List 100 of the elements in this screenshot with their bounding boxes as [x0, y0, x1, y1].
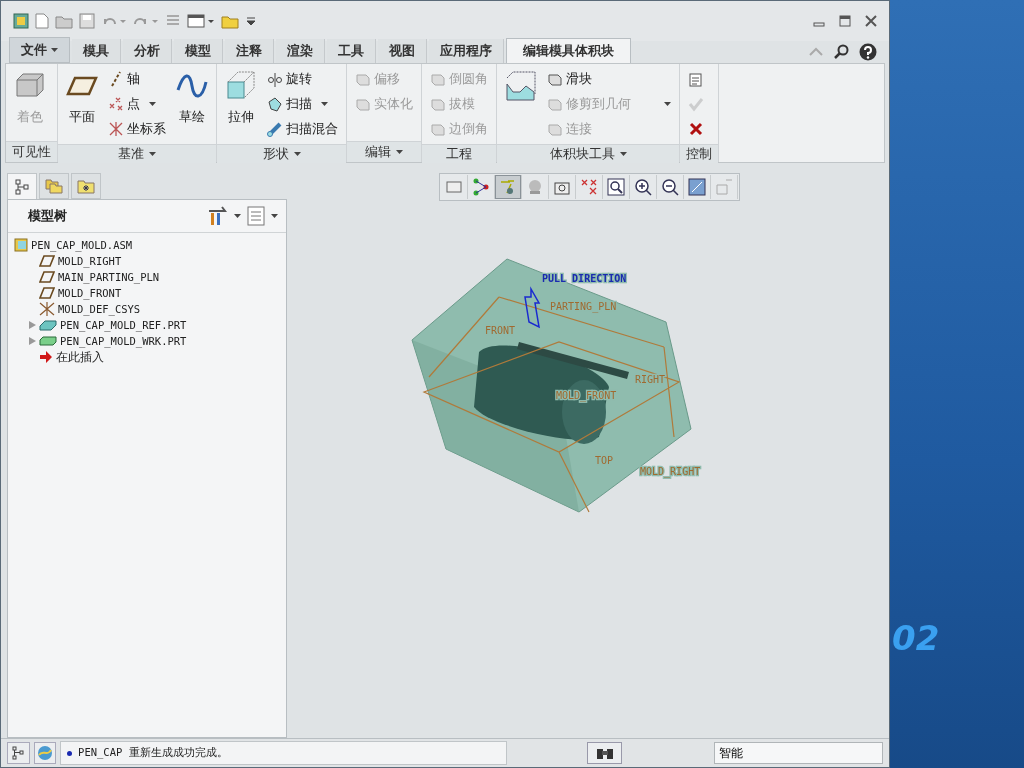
ribbon-tab[interactable]: 渲染 — [276, 39, 325, 63]
collapse-icon[interactable] — [809, 47, 823, 57]
save-icon[interactable] — [79, 13, 95, 29]
checkmark-icon — [688, 96, 704, 112]
navigator-tab[interactable] — [71, 173, 101, 199]
datum-label: RIGHT — [635, 374, 666, 385]
sweep-blend-icon — [267, 121, 283, 137]
help-icon[interactable] — [859, 43, 877, 61]
volume-block-icon — [505, 70, 537, 102]
open-folder-icon[interactable] — [55, 13, 73, 29]
navigator-tab[interactable] — [7, 173, 37, 199]
arrow-icon — [39, 351, 53, 363]
ribbon-tab[interactable]: 模型 — [174, 39, 223, 63]
feature-icon — [430, 96, 446, 112]
tools-icon[interactable] — [208, 206, 228, 226]
close-icon[interactable] — [865, 15, 877, 27]
window-icon[interactable] — [187, 13, 215, 29]
status-message: PEN_CAP 重新生成成功完成。 — [78, 746, 228, 760]
tree-icon — [15, 178, 29, 195]
navigator-tab[interactable] — [39, 173, 69, 199]
tree-item[interactable]: MOLD_FRONT — [58, 287, 122, 299]
volume-block-button[interactable] — [503, 68, 539, 104]
ribbon-tab[interactable]: 应用程序 — [429, 39, 504, 63]
datum-label: TOP — [595, 455, 614, 466]
zoom-out-icon — [659, 177, 680, 197]
caret-icon — [234, 214, 241, 218]
tree-item[interactable]: PEN_CAP_MOLD.ASM — [31, 239, 133, 251]
ribbon-button[interactable]: 滑块 — [545, 68, 673, 90]
redo-icon[interactable] — [133, 15, 159, 27]
tree-item[interactable]: 在此插入 — [56, 348, 104, 366]
app-logo-icon — [13, 13, 29, 29]
ribbon-button[interactable]: 拉伸 — [223, 68, 259, 128]
folder-icon[interactable] — [221, 13, 239, 29]
plane-icon — [39, 287, 55, 299]
plane-icon — [39, 255, 55, 267]
search-icon[interactable] — [833, 44, 849, 60]
datum-label: MOLD_RIGHT — [640, 466, 701, 477]
feature-icon — [355, 71, 371, 87]
caret-icon — [51, 48, 58, 52]
caret-icon — [271, 214, 278, 218]
ribbon-tab[interactable]: 工具 — [327, 39, 376, 63]
tree-item[interactable]: MOLD_DEF_CSYS — [58, 303, 141, 315]
extrude-icon — [225, 70, 257, 102]
message-bullet-icon — [67, 750, 73, 756]
ribbon-button[interactable]: 轴 — [106, 68, 168, 90]
feature-icon — [547, 96, 563, 112]
ribbon-button[interactable]: 旋转 — [265, 68, 340, 90]
ribbon-button[interactable]: 草绘 — [174, 68, 210, 128]
tree-toggle-button[interactable] — [7, 742, 30, 764]
customize-icon[interactable] — [245, 15, 257, 27]
ribbon-tab[interactable]: 视图 — [378, 39, 427, 63]
list-icon[interactable] — [247, 206, 265, 226]
datum-label: FRONT — [485, 325, 516, 336]
feature-icon — [430, 121, 446, 137]
browser-toggle-button[interactable] — [33, 742, 57, 764]
tree-item[interactable]: PEN_CAP_MOLD_REF.PRT — [60, 319, 187, 331]
ribbon-button[interactable]: 坐标系 — [106, 118, 168, 140]
folders-icon — [45, 178, 63, 194]
properties-icon — [688, 71, 704, 87]
ribbon-tab[interactable]: 注释 — [225, 39, 274, 63]
group-label: 体积块工具 — [549, 145, 615, 163]
expand-arrow-icon[interactable] — [28, 321, 36, 329]
axis-icon — [108, 71, 124, 87]
undo-icon[interactable] — [101, 15, 127, 27]
feature-icon — [547, 121, 563, 137]
maximize-icon[interactable] — [839, 15, 851, 27]
tree-item[interactable]: PEN_CAP_MOLD_WRK.PRT — [60, 335, 187, 347]
feature-icon — [355, 96, 371, 112]
csys-icon — [108, 121, 124, 137]
feature-icon — [547, 71, 563, 87]
file-menu[interactable]: 文件 — [9, 37, 70, 63]
zoom-fit-icon — [605, 177, 626, 197]
panel-title: 模型树 — [28, 207, 67, 225]
points-icon — [108, 96, 124, 112]
tree-item[interactable]: MOLD_RIGHT — [58, 255, 122, 267]
favorites-folder-icon — [77, 178, 95, 194]
ribbon-button[interactable]: 扫描混合 — [265, 118, 340, 140]
feature-icon — [430, 71, 446, 87]
pull-direction-label: PULL DIRECTION — [542, 273, 627, 284]
ribbon-button[interactable]: 点 — [106, 93, 168, 115]
binoculars-icon — [595, 746, 614, 760]
selection-filter-field[interactable]: 智能 — [714, 742, 883, 764]
part-icon — [39, 319, 57, 331]
assembly-icon — [14, 238, 28, 252]
globe-icon — [36, 745, 53, 761]
close-icon — [688, 121, 704, 137]
group-label: 形状 — [262, 145, 289, 163]
ribbon-tab[interactable]: 模具 — [72, 39, 121, 63]
ribbon-tab[interactable]: 分析 — [123, 39, 172, 63]
expand-arrow-icon[interactable] — [28, 337, 36, 345]
find-button[interactable] — [586, 742, 623, 764]
tree-item[interactable]: MAIN_PARTING_PLN — [58, 271, 160, 283]
ribbon-button[interactable]: 扫描 — [265, 93, 340, 115]
tree-icon — [12, 746, 25, 760]
new-file-icon[interactable] — [35, 13, 49, 29]
group-label: 工程 — [446, 145, 472, 163]
csys-icon — [39, 302, 55, 316]
ribbon-tab[interactable]: 编辑模具体积块 — [506, 38, 631, 63]
zoom-in-icon — [632, 177, 653, 197]
ribbon-button[interactable]: 平面 — [64, 68, 100, 128]
